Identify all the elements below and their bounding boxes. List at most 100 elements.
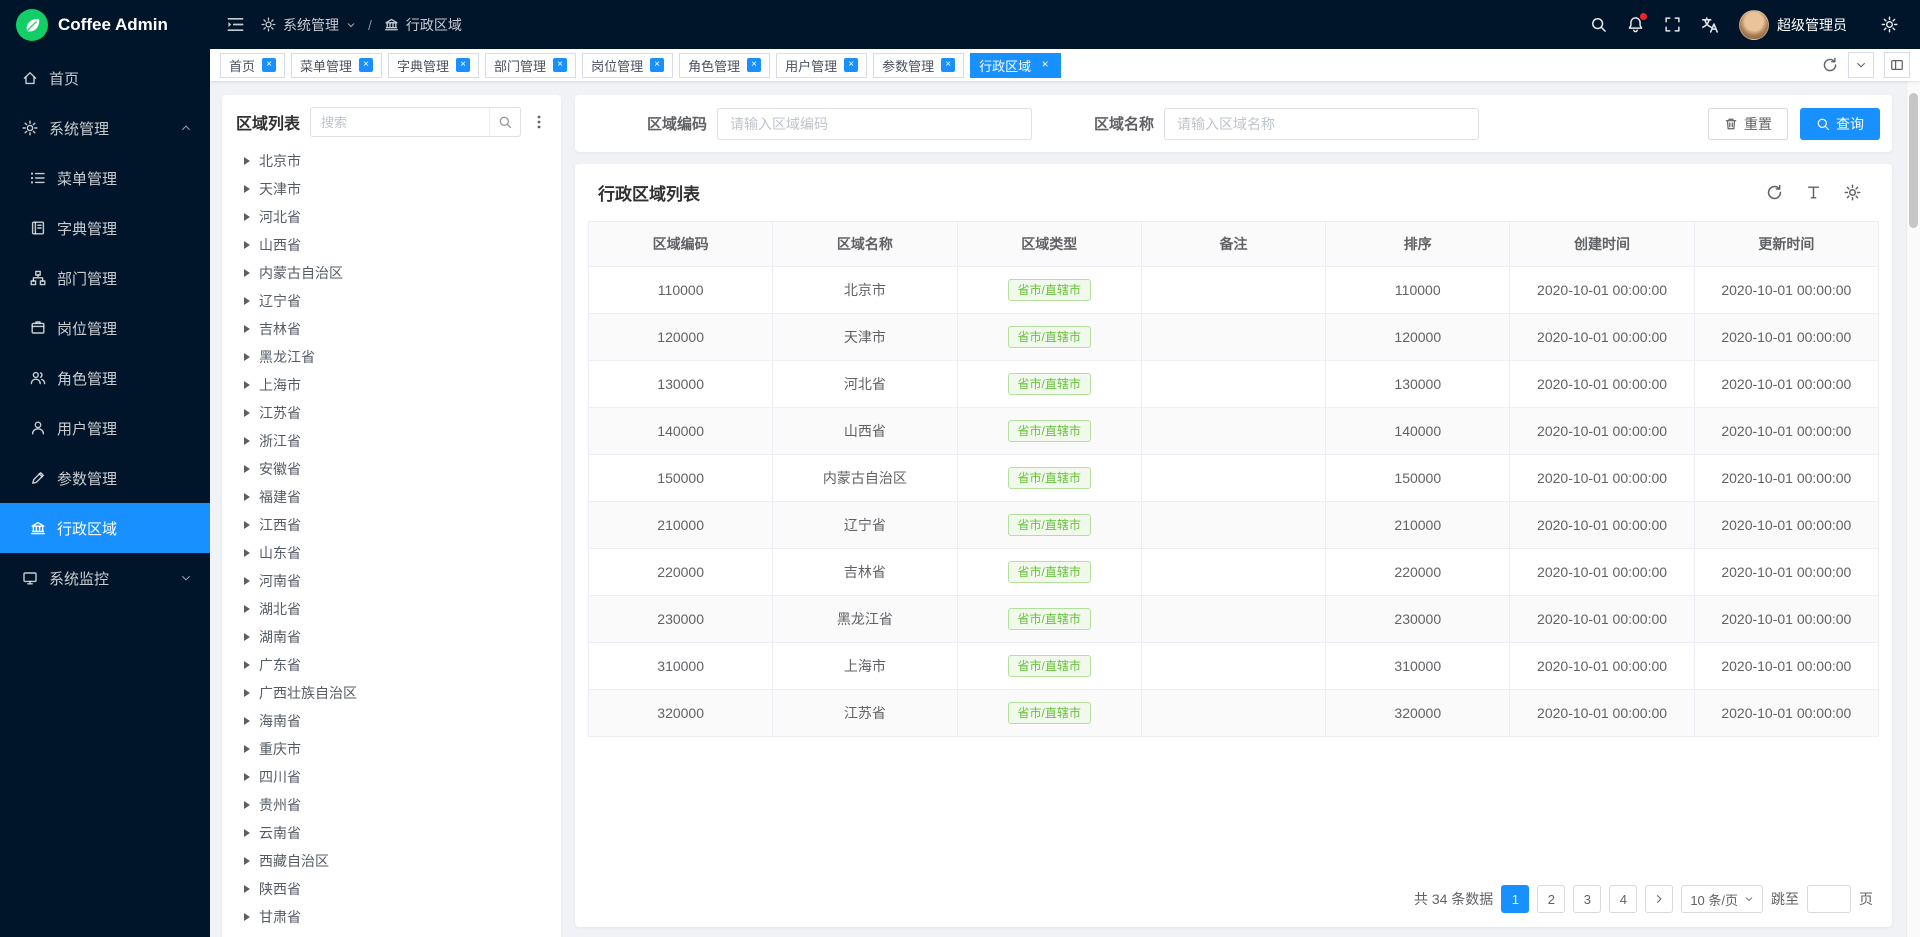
tree-node[interactable]: 陕西省 <box>236 875 547 903</box>
expand-arrow-icon[interactable] <box>244 801 250 809</box>
tab[interactable]: 角色管理 × <box>679 53 770 78</box>
tree-node[interactable]: 山东省 <box>236 539 547 567</box>
tree-node[interactable]: 江苏省 <box>236 399 547 427</box>
tree-search-input[interactable] <box>311 115 489 130</box>
user-menu[interactable]: 超级管理员 <box>1739 10 1847 40</box>
tree-node[interactable]: 广西壮族自治区 <box>236 679 547 707</box>
tree-node[interactable]: 浙江省 <box>236 427 547 455</box>
tree-node[interactable]: 吉林省 <box>236 315 547 343</box>
expand-arrow-icon[interactable] <box>244 409 250 417</box>
tree-node[interactable]: 河南省 <box>236 567 547 595</box>
page-button[interactable]: 3 <box>1573 885 1601 913</box>
tree-node[interactable]: 甘肃省 <box>236 903 547 931</box>
reset-button[interactable]: 重置 <box>1708 108 1788 140</box>
tree-node[interactable]: 北京市 <box>236 147 547 175</box>
expand-arrow-icon[interactable] <box>244 353 250 361</box>
breadcrumb-root[interactable]: 系统管理 <box>283 15 339 35</box>
tab-actions-dropdown[interactable] <box>1848 52 1874 78</box>
tab-close-icon[interactable]: × <box>747 58 761 72</box>
tree-node[interactable]: 内蒙古自治区 <box>236 259 547 287</box>
sidebar-item-role-management[interactable]: 角色管理 <box>0 353 210 403</box>
tree-node[interactable]: 河北省 <box>236 203 547 231</box>
region-code-input[interactable] <box>717 108 1032 140</box>
sidebar-item-post-management[interactable]: 岗位管理 <box>0 303 210 353</box>
expand-arrow-icon[interactable] <box>244 829 250 837</box>
tab-close-icon[interactable]: × <box>650 58 664 72</box>
tab-close-icon[interactable]: × <box>844 58 858 72</box>
table-row[interactable]: 140000 山西省 省市/直辖市 140000 2020-10-01 00:0… <box>589 408 1879 455</box>
expand-arrow-icon[interactable] <box>244 157 250 165</box>
expand-arrow-icon[interactable] <box>244 549 250 557</box>
sidebar-item-user-management[interactable]: 用户管理 <box>0 403 210 453</box>
expand-arrow-icon[interactable] <box>244 633 250 641</box>
expand-arrow-icon[interactable] <box>244 689 250 697</box>
expand-arrow-icon[interactable] <box>244 465 250 473</box>
fullscreen-icon[interactable] <box>1664 16 1681 33</box>
table-row[interactable]: 130000 河北省 省市/直辖市 130000 2020-10-01 00:0… <box>589 361 1879 408</box>
expand-arrow-icon[interactable] <box>244 773 250 781</box>
scrollbar-thumb[interactable] <box>1909 93 1918 228</box>
table-row[interactable]: 230000 黑龙江省 省市/直辖市 230000 2020-10-01 00:… <box>589 596 1879 643</box>
more-options-icon[interactable] <box>531 114 547 130</box>
sidebar-item-param-management[interactable]: 参数管理 <box>0 453 210 503</box>
sidebar-item-menu-management[interactable]: 菜单管理 <box>0 153 210 203</box>
expand-arrow-icon[interactable] <box>244 717 250 725</box>
expand-arrow-icon[interactable] <box>244 381 250 389</box>
app-logo[interactable]: Coffee Admin <box>0 0 210 49</box>
jump-page-input[interactable] <box>1807 885 1851 913</box>
refresh-icon[interactable] <box>1822 57 1838 73</box>
tab[interactable]: 字典管理 × <box>388 53 479 78</box>
expand-arrow-icon[interactable] <box>244 297 250 305</box>
sidebar-item-dict-management[interactable]: 字典管理 <box>0 203 210 253</box>
tree-node[interactable]: 辽宁省 <box>236 287 547 315</box>
tab[interactable]: 首页 × <box>220 53 285 78</box>
expand-arrow-icon[interactable] <box>244 577 250 585</box>
next-page-button[interactable] <box>1645 885 1673 913</box>
text-size-icon[interactable] <box>1805 184 1822 201</box>
page-button[interactable]: 2 <box>1537 885 1565 913</box>
tab-close-icon[interactable]: × <box>941 58 955 72</box>
tree-node[interactable]: 湖北省 <box>236 595 547 623</box>
table-row[interactable]: 110000 北京市 省市/直辖市 110000 2020-10-01 00:0… <box>589 267 1879 314</box>
page-button[interactable]: 4 <box>1609 885 1637 913</box>
tree-node[interactable]: 湖南省 <box>236 623 547 651</box>
tab-close-icon[interactable]: × <box>456 58 470 72</box>
expand-arrow-icon[interactable] <box>244 241 250 249</box>
tree-node[interactable]: 四川省 <box>236 763 547 791</box>
notification-bell-icon[interactable] <box>1627 16 1644 33</box>
refresh-icon[interactable] <box>1766 184 1783 201</box>
expand-arrow-icon[interactable] <box>244 913 250 921</box>
expand-arrow-icon[interactable] <box>244 269 250 277</box>
tab[interactable]: 行政区域 × <box>970 53 1061 78</box>
tree-node[interactable]: 西藏自治区 <box>236 847 547 875</box>
tab[interactable]: 菜单管理 × <box>291 53 382 78</box>
tab[interactable]: 参数管理 × <box>873 53 964 78</box>
tree-node[interactable]: 重庆市 <box>236 735 547 763</box>
sidebar-item-system-monitor[interactable]: 系统监控 <box>0 553 210 603</box>
expand-arrow-icon[interactable] <box>244 745 250 753</box>
sidebar-item-system-management[interactable]: 系统管理 <box>0 103 210 153</box>
tree-node[interactable]: 天津市 <box>236 175 547 203</box>
tree-node[interactable]: 安徽省 <box>236 455 547 483</box>
chevron-down-icon[interactable] <box>346 20 356 30</box>
tree-node[interactable]: 福建省 <box>236 483 547 511</box>
table-row[interactable]: 220000 吉林省 省市/直辖市 220000 2020-10-01 00:0… <box>589 549 1879 596</box>
expand-arrow-icon[interactable] <box>244 213 250 221</box>
table-row[interactable]: 150000 内蒙古自治区 省市/直辖市 150000 2020-10-01 0… <box>589 455 1879 502</box>
tree-node[interactable]: 海南省 <box>236 707 547 735</box>
expand-arrow-icon[interactable] <box>244 521 250 529</box>
tab[interactable]: 部门管理 × <box>485 53 576 78</box>
region-name-input[interactable] <box>1164 108 1479 140</box>
sidebar-item-dept-management[interactable]: 部门管理 <box>0 253 210 303</box>
tree-node[interactable]: 江西省 <box>236 511 547 539</box>
column-settings-gear-icon[interactable] <box>1844 184 1861 201</box>
tree-node[interactable]: 黑龙江省 <box>236 343 547 371</box>
page-size-select[interactable]: 10 条/页 <box>1681 885 1763 913</box>
table-row[interactable]: 320000 江苏省 省市/直辖市 320000 2020-10-01 00:0… <box>589 690 1879 737</box>
sidebar-item-region[interactable]: 行政区域 <box>0 503 210 553</box>
tab[interactable]: 岗位管理 × <box>582 53 673 78</box>
expand-arrow-icon[interactable] <box>244 185 250 193</box>
tab[interactable]: 用户管理 × <box>776 53 867 78</box>
translate-icon[interactable] <box>1701 16 1719 34</box>
settings-gear-icon[interactable] <box>1881 16 1898 33</box>
